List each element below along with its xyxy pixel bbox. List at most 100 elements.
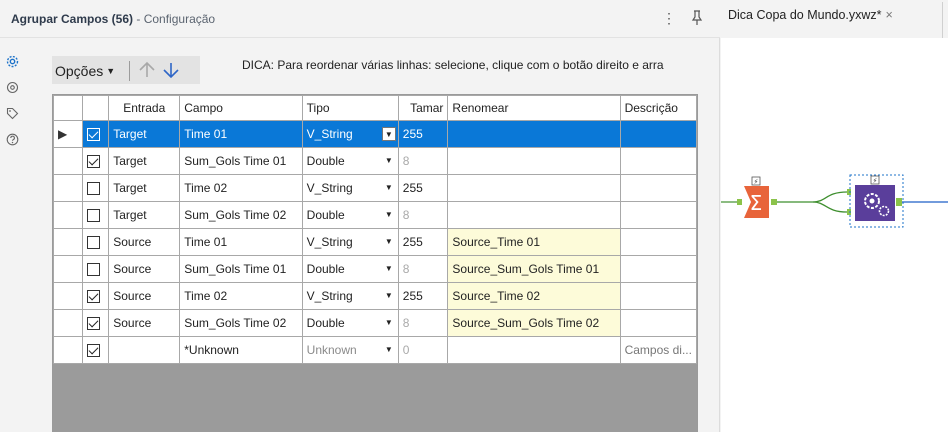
row-checkbox-cell[interactable] [82, 174, 110, 202]
chevron-down-icon[interactable]: ▼ [382, 208, 396, 222]
row-indicator[interactable] [53, 147, 84, 175]
cell-tipo[interactable]: V_String ▼ [301, 174, 399, 202]
cell-renomear[interactable]: Source_Sum_Gols Time 02 [447, 309, 621, 337]
cell-campo[interactable]: Sum_Gols Time 02 [179, 201, 303, 229]
workflow-canvas[interactable]: Σ ⚡ ⚡ [721, 38, 948, 432]
row-indicator[interactable] [53, 174, 84, 202]
table-row[interactable]: Source Sum_Gols Time 01 Double ▼ 8 Source_Sum… [53, 255, 697, 283]
cell-renomear[interactable]: Source_Time 02 [447, 282, 621, 310]
cell-tamanho[interactable]: 255 [397, 228, 449, 256]
row-indicator[interactable] [53, 282, 84, 310]
table-row[interactable]: Target Sum_Gols Time 01 Double ▼ 8 [53, 147, 697, 175]
table-row[interactable]: Source Sum_Gols Time 02 Double ▼ 8 Source_Sum… [53, 309, 697, 337]
row-indicator[interactable] [53, 309, 84, 337]
cell-tipo[interactable]: V_String ▼ [301, 282, 399, 310]
cell-tipo[interactable]: V_String ▼ [301, 120, 399, 148]
row-indicator[interactable] [53, 336, 84, 364]
cell-descricao[interactable] [619, 282, 697, 310]
cell-tamanho[interactable]: 255 [397, 282, 449, 310]
macro-tool-icon[interactable]: ⚡ [855, 175, 895, 221]
pin-icon[interactable] [690, 10, 704, 29]
table-row[interactable]: Source Time 01 V_String ▼ 255 Source_Time 01 [53, 228, 697, 256]
cell-descricao[interactable] [619, 255, 697, 283]
table-row[interactable]: Target Time 02 V_String ▼ 255 [53, 174, 697, 202]
row-checkbox[interactable] [87, 182, 101, 196]
cell-campo[interactable]: Sum_Gols Time 01 [179, 255, 303, 283]
cell-campo[interactable]: Time 01 [179, 120, 303, 148]
chevron-down-icon[interactable]: ▼ [382, 289, 396, 303]
table-row[interactable]: ▶ Target Time 01 V_String ▼ 255 [53, 120, 697, 148]
cell-descricao[interactable] [619, 228, 697, 256]
chevron-down-icon[interactable]: ▼ [382, 262, 396, 276]
cell-campo[interactable]: Sum_Gols Time 02 [179, 309, 303, 337]
cell-renomear[interactable] [447, 147, 621, 175]
row-checkbox[interactable] [87, 290, 101, 304]
macro-output-anchor[interactable] [896, 198, 902, 206]
cell-tipo[interactable]: V_String ▼ [301, 228, 399, 256]
cell-descricao[interactable] [619, 201, 697, 229]
help-icon[interactable] [5, 132, 19, 146]
row-checkbox-cell[interactable] [82, 282, 110, 310]
cell-descricao[interactable]: Campos di... [619, 336, 697, 364]
header-tipo[interactable]: Tipo [301, 95, 399, 121]
cell-tamanho[interactable]: 255 [397, 174, 449, 202]
cell-renomear[interactable] [447, 174, 621, 202]
header-descricao[interactable]: Descrição [619, 95, 697, 121]
table-row[interactable]: Target Sum_Gols Time 02 Double ▼ 8 [53, 201, 697, 229]
row-checkbox[interactable] [87, 317, 101, 331]
header-renomear[interactable]: Renomear [447, 95, 621, 121]
workflow-tab[interactable]: Dica Copa do Mundo.yxwz* × [728, 8, 893, 30]
options-dropdown[interactable]: Opções ▼ [55, 63, 115, 79]
cell-campo[interactable]: *Unknown [179, 336, 303, 364]
row-checkbox-cell[interactable] [82, 336, 110, 364]
chevron-down-icon[interactable]: ▼ [382, 316, 396, 330]
cell-campo[interactable]: Sum_Gols Time 01 [179, 147, 303, 175]
cell-campo[interactable]: Time 02 [179, 282, 303, 310]
row-indicator[interactable] [53, 255, 84, 283]
cell-tipo[interactable]: Double ▼ [301, 309, 399, 337]
cell-tamanho[interactable]: 8 [397, 201, 449, 229]
more-options-icon[interactable]: ⋮ [662, 10, 676, 27]
cell-descricao[interactable] [619, 309, 697, 337]
summarize-output-anchor[interactable] [771, 199, 777, 205]
tag-icon[interactable] [5, 106, 19, 120]
cell-tamanho[interactable]: 8 [397, 309, 449, 337]
row-checkbox[interactable] [87, 263, 101, 277]
chevron-down-icon[interactable]: ▼ [381, 127, 396, 141]
cell-descricao[interactable] [619, 120, 697, 148]
cell-renomear[interactable]: Source_Sum_Gols Time 01 [447, 255, 621, 283]
search-target-icon[interactable] [5, 80, 19, 94]
close-icon[interactable]: × [886, 8, 893, 22]
cell-tipo[interactable]: Unknown ▼ [301, 336, 399, 364]
header-entrada[interactable]: Entrada [108, 95, 181, 121]
cell-tamanho[interactable]: 8 [397, 147, 449, 175]
arrow-down-icon[interactable] [161, 60, 181, 83]
summarize-tool-icon[interactable]: Σ ⚡ [744, 176, 769, 218]
cell-tamanho[interactable]: 0 [397, 336, 449, 364]
header-tamanho[interactable]: Tamar [397, 95, 449, 121]
row-checkbox-cell[interactable] [82, 201, 110, 229]
row-indicator[interactable] [53, 201, 84, 229]
arrow-up-icon[interactable] [137, 60, 157, 83]
cell-renomear[interactable] [447, 120, 621, 148]
header-select-all[interactable] [82, 95, 110, 121]
cell-tamanho[interactable]: 8 [397, 255, 449, 283]
cell-tipo[interactable]: Double ▼ [301, 147, 399, 175]
table-row[interactable]: *Unknown Unknown ▼ 0 Campos di... [53, 336, 697, 364]
cell-tamanho[interactable]: 255 [397, 120, 449, 148]
cell-descricao[interactable] [619, 147, 697, 175]
cell-campo[interactable]: Time 01 [179, 228, 303, 256]
row-checkbox-cell[interactable] [82, 120, 110, 148]
row-indicator[interactable]: ▶ [53, 120, 84, 148]
row-checkbox-cell[interactable] [82, 147, 110, 175]
chevron-down-icon[interactable]: ▼ [382, 235, 396, 249]
cell-tipo[interactable]: Double ▼ [301, 255, 399, 283]
cell-campo[interactable]: Time 02 [179, 174, 303, 202]
row-checkbox[interactable] [87, 209, 101, 223]
row-checkbox-cell[interactable] [82, 255, 110, 283]
header-campo[interactable]: Campo [179, 95, 303, 121]
cell-tipo[interactable]: Double ▼ [301, 201, 399, 229]
summarize-input-anchor[interactable] [737, 199, 742, 205]
row-checkbox-cell[interactable] [82, 309, 110, 337]
cell-renomear[interactable] [447, 336, 621, 364]
